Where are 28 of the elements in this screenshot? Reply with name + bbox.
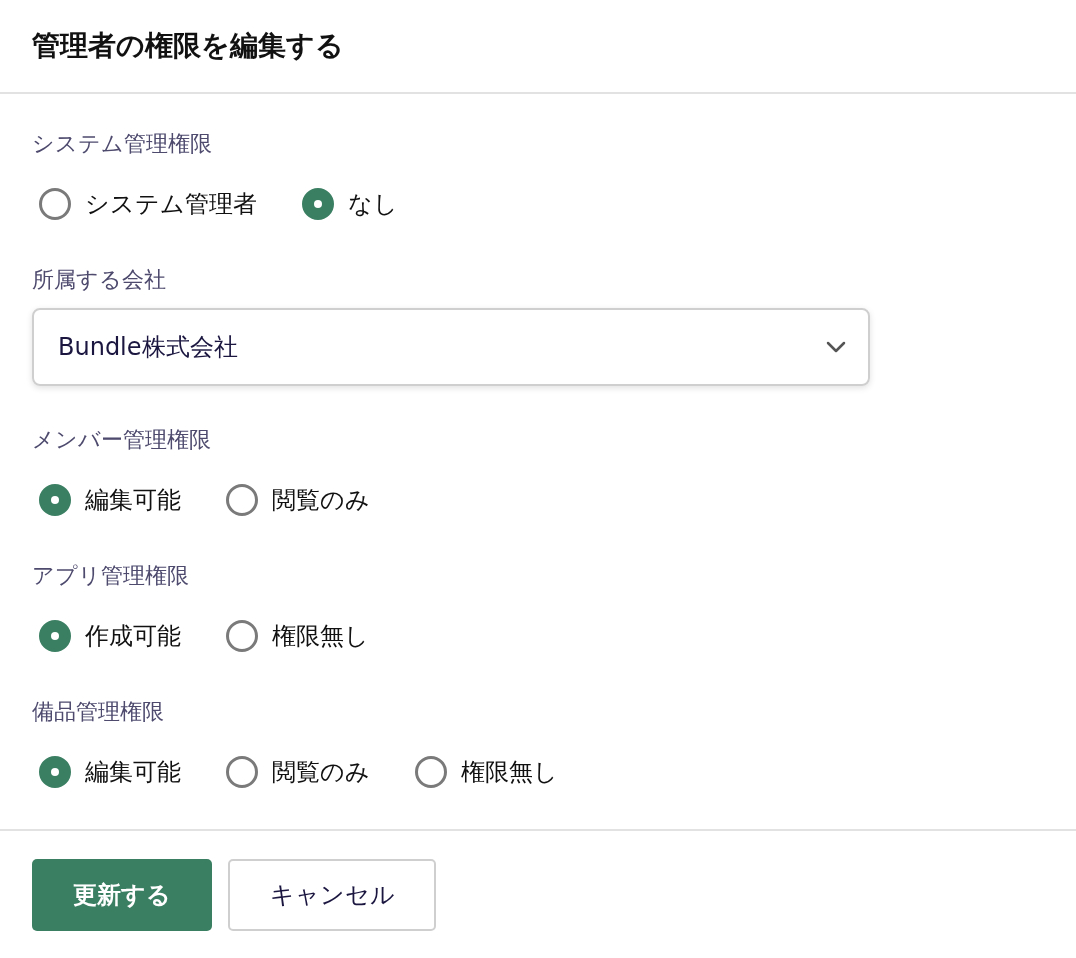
radio-option[interactable]: 編集可能 bbox=[32, 484, 181, 516]
field-label: 備品管理権限 bbox=[32, 698, 165, 726]
radio-option[interactable]: 権限無し bbox=[408, 756, 558, 788]
dialog-title: 管理者の権限を編集する bbox=[32, 28, 344, 64]
radio-button[interactable] bbox=[226, 620, 258, 652]
field-label: 所属する会社 bbox=[32, 266, 167, 294]
radio-button[interactable] bbox=[39, 756, 71, 788]
field-label: メンバー管理権限 bbox=[32, 426, 212, 454]
update-button[interactable]: 更新する bbox=[32, 859, 212, 931]
radio-button[interactable] bbox=[302, 188, 334, 220]
radio-option[interactable]: システム管理者 bbox=[32, 188, 257, 220]
field-label: アプリ管理権限 bbox=[32, 562, 190, 590]
radio-button[interactable] bbox=[39, 188, 71, 220]
radio-option[interactable]: 権限無し bbox=[219, 620, 369, 652]
radio-button[interactable] bbox=[226, 756, 258, 788]
radio-button[interactable] bbox=[39, 620, 71, 652]
company-select[interactable]: Bundle株式会社 bbox=[32, 308, 870, 386]
radio-button[interactable] bbox=[226, 484, 258, 516]
radio-option[interactable]: 作成可能 bbox=[32, 620, 181, 652]
radio-option[interactable]: 閲覧のみ bbox=[219, 756, 370, 788]
radio-button[interactable] bbox=[39, 484, 71, 516]
radio-option[interactable]: 閲覧のみ bbox=[219, 484, 370, 516]
radio-button[interactable] bbox=[415, 756, 447, 788]
chevron-down-icon bbox=[826, 341, 846, 353]
cancel-button[interactable]: キャンセル bbox=[228, 859, 436, 931]
field-label: システム管理権限 bbox=[32, 130, 213, 158]
radio-option[interactable]: 編集可能 bbox=[32, 756, 181, 788]
radio-option[interactable]: なし bbox=[295, 188, 398, 220]
